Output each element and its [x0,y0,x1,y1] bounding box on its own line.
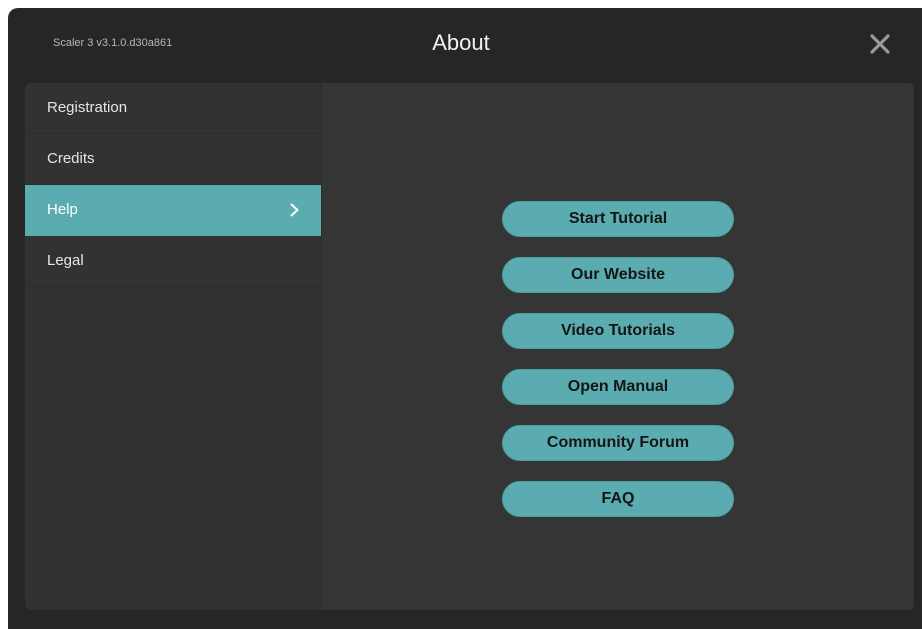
community-forum-button[interactable]: Community Forum [502,425,734,461]
about-dialog: Scaler 3 v3.1.0.d30a861 About Registrati… [8,8,922,629]
sidebar-item-label: Credits [47,150,95,167]
sidebar-item-label: Legal [47,252,84,269]
video-tutorials-button[interactable]: Video Tutorials [502,313,734,349]
sidebar: Registration Credits Help Legal [25,83,322,610]
start-tutorial-button[interactable]: Start Tutorial [502,201,734,237]
open-manual-button[interactable]: Open Manual [502,369,734,405]
faq-button[interactable]: FAQ [502,481,734,517]
sidebar-item-registration[interactable]: Registration [25,83,321,134]
sidebar-item-label: Help [47,201,78,218]
close-button[interactable] [868,32,892,56]
dialog-title: About [432,30,490,55]
main-panel: Registration Credits Help Legal Start Tu… [25,83,914,610]
sidebar-item-help[interactable]: Help [25,185,321,236]
our-website-button[interactable]: Our Website [502,257,734,293]
sidebar-item-credits[interactable]: Credits [25,134,321,185]
close-icon [870,34,890,54]
sidebar-item-legal[interactable]: Legal [25,236,321,287]
title-bar: Scaler 3 v3.1.0.d30a861 About [8,8,922,82]
help-content: Start Tutorial Our Website Video Tutoria… [322,83,914,610]
chevron-right-icon [290,203,299,217]
sidebar-item-label: Registration [47,99,128,116]
